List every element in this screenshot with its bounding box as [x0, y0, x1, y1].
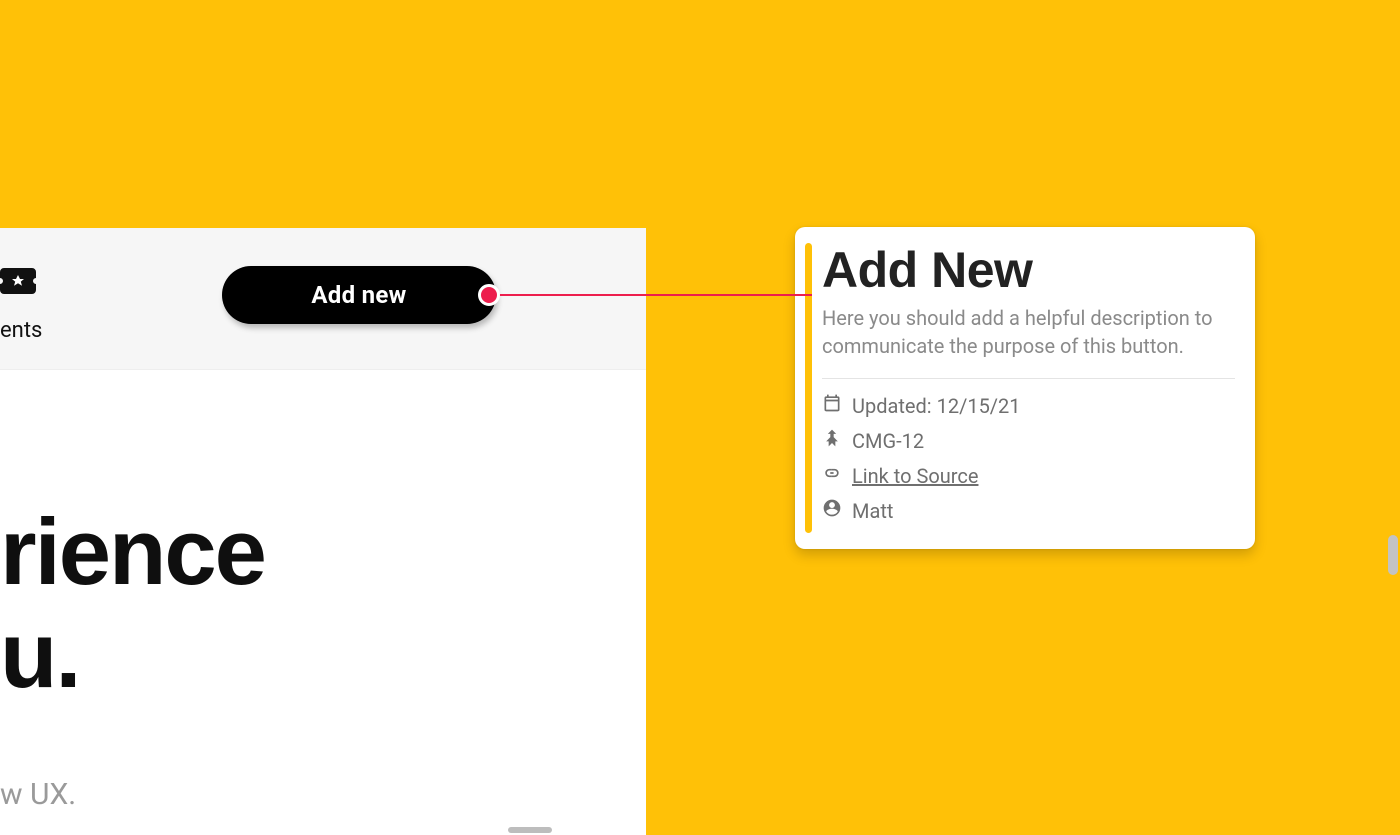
annotation-card: Add New Here you should add a helpful de…: [795, 227, 1255, 549]
meta-issue-key: CMG-12: [852, 429, 924, 453]
meta-link-to-source[interactable]: Link to Source: [852, 464, 978, 488]
card-divider: [822, 378, 1235, 379]
meta-owner: Matt: [822, 498, 1235, 523]
card-description: Here you should add a helpful descriptio…: [822, 304, 1235, 360]
scrollbar-thumb[interactable]: [1388, 535, 1398, 575]
ticket-icon: [0, 268, 36, 298]
person-icon: [822, 498, 842, 523]
canvas-background: ents Add new rience u. w UX. Add New Her…: [0, 0, 1400, 835]
nav-tab-label[interactable]: ents: [0, 318, 42, 343]
app-panel-header: ents Add new: [0, 228, 646, 370]
meta-owner-name: Matt: [852, 499, 893, 523]
jira-icon: [822, 428, 842, 453]
card-accent-bar: [805, 243, 812, 533]
meta-updated-text: Updated: 12/15/21: [852, 394, 1021, 418]
hero-heading: rience u.: [0, 500, 646, 707]
hero-section: rience u. w UX.: [0, 370, 646, 812]
drag-handle[interactable]: [508, 827, 552, 833]
add-new-button-label: Add new: [311, 281, 406, 309]
card-body: Add New Here you should add a helpful de…: [822, 243, 1239, 533]
calendar-icon: [822, 393, 842, 418]
hero-subtext: w UX.: [0, 777, 646, 812]
meta-updated: Updated: 12/15/21: [822, 393, 1235, 418]
add-new-button[interactable]: Add new: [222, 266, 496, 324]
annotation-connector-dot: [478, 284, 500, 306]
app-panel: ents Add new rience u. w UX.: [0, 228, 646, 835]
meta-issue: CMG-12: [822, 428, 1235, 453]
hero-line2: u.: [0, 602, 80, 707]
annotation-connector-line: [490, 294, 812, 296]
card-title: Add New: [822, 243, 1235, 298]
hero-line1: rience: [0, 499, 265, 604]
link-icon: [822, 463, 842, 488]
meta-link: Link to Source: [822, 463, 1235, 488]
